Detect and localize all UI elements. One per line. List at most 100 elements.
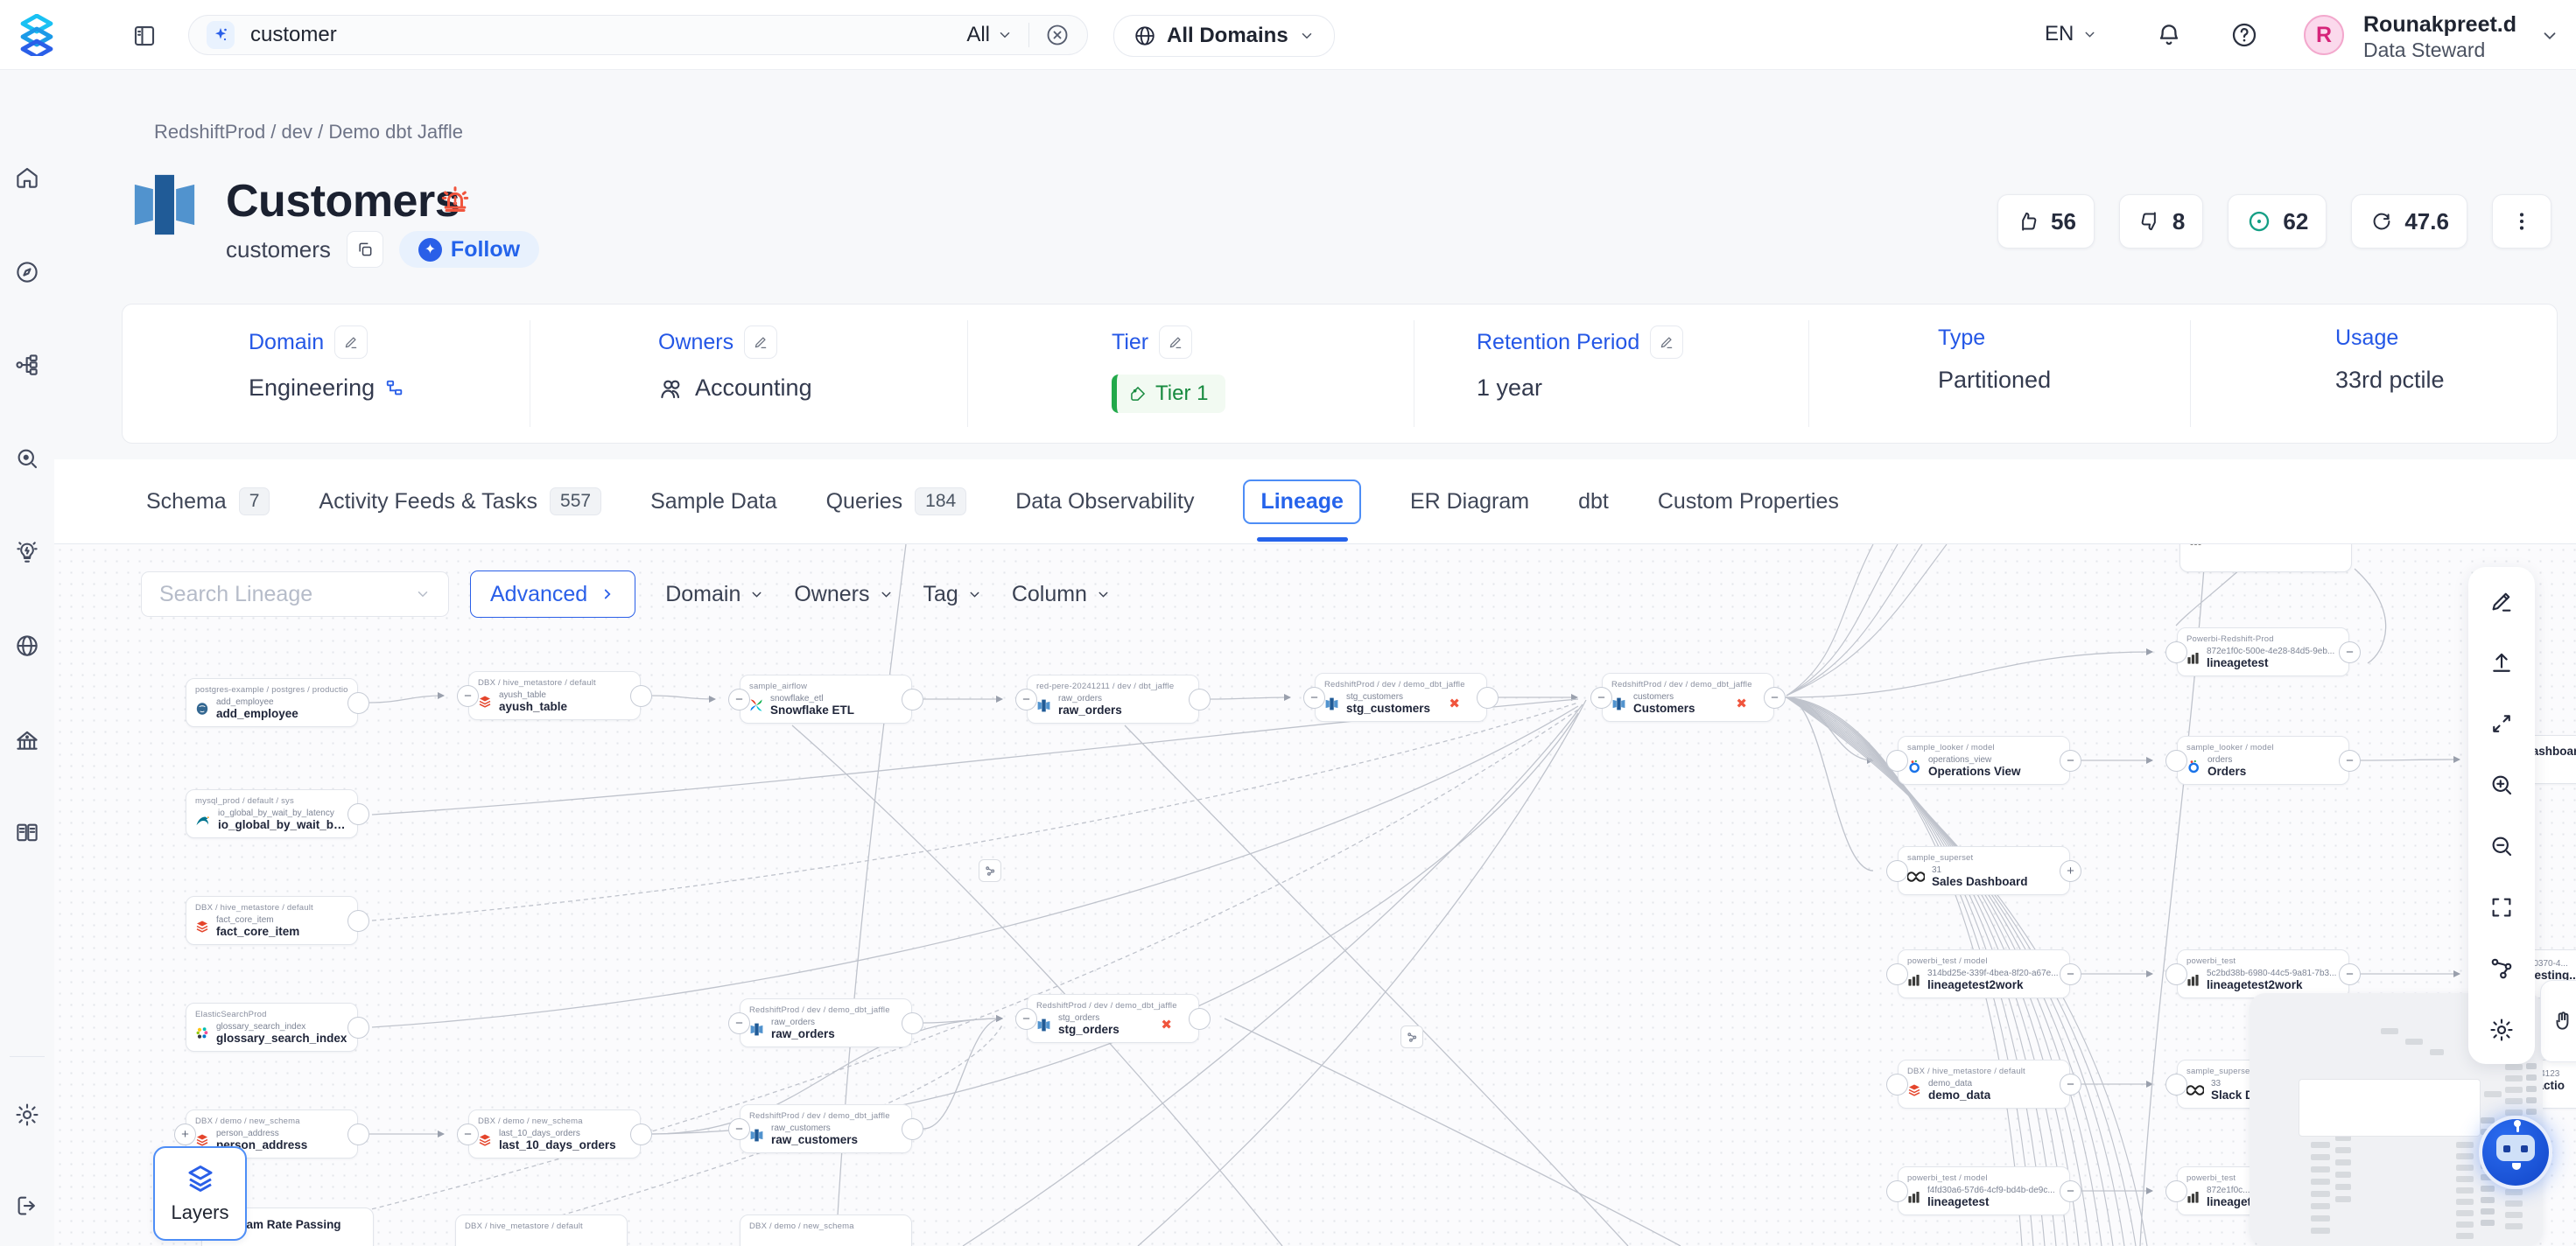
process-node-icon[interactable] (979, 859, 1001, 882)
sidebar-item-logout[interactable] (14, 1193, 40, 1219)
metadata-label[interactable]: Usage (2335, 326, 2398, 351)
lineage-node-lt_bot_a[interactable]: powerbi_test / modelf4fd30a6-57d6-4cf9-b… (1898, 1166, 2070, 1215)
minimap-viewport[interactable] (2299, 1079, 2481, 1137)
sidebar-item-globe[interactable] (14, 633, 40, 659)
sidebar-toggle-icon[interactable] (131, 23, 158, 49)
filter-owners-dropdown[interactable]: Owners (794, 582, 893, 607)
tab-queries[interactable]: Queries184 (826, 487, 967, 515)
user-menu-chevron-icon[interactable] (2540, 26, 2559, 46)
language-dropdown[interactable]: EN (2045, 22, 2097, 46)
node-port-right[interactable] (630, 1124, 652, 1145)
lineage-node-stg_orders[interactable]: RedshiftProd / dev / demo_dbt_jafflestg_… (1027, 994, 1199, 1043)
help-icon[interactable] (2230, 21, 2258, 49)
lineage-canvas[interactable]: postgres-example / postgres / production… (54, 544, 2576, 1246)
tool-zoom-in-icon[interactable] (2488, 772, 2515, 798)
alert-siren-icon[interactable] (438, 182, 473, 217)
node-port-left[interactable] (1886, 1074, 1908, 1096)
node-port-right[interactable] (1189, 1008, 1211, 1030)
sidebar-item-settings[interactable] (14, 1102, 40, 1128)
edit-pencil-icon[interactable] (334, 326, 368, 359)
stat-target-button[interactable]: 62 (2228, 194, 2327, 248)
all-domains-dropdown[interactable]: All Domains (1113, 15, 1335, 57)
edit-pencil-icon[interactable] (1159, 326, 1192, 359)
node-port-left[interactable]: − (1303, 687, 1325, 709)
node-port-left[interactable]: − (1015, 1008, 1037, 1030)
tab-dbt[interactable]: dbt (1578, 489, 1609, 514)
filter-column-dropdown[interactable]: Column (1012, 582, 1111, 607)
node-port-right[interactable] (1477, 687, 1499, 709)
lineage-node-omone[interactable]: omone (2179, 544, 2352, 572)
sidebar-item-governance[interactable] (14, 726, 40, 752)
tab-er-diagram[interactable]: ER Diagram (1410, 489, 1529, 514)
node-port-right[interactable]: + (2060, 860, 2081, 882)
node-port-right[interactable]: − (2060, 750, 2081, 772)
node-port-right[interactable] (347, 692, 369, 714)
node-port-left[interactable] (1886, 1180, 1908, 1202)
breadcrumb[interactable]: RedshiftProd / dev / Demo dbt Jaffle (154, 121, 463, 144)
tab-activity-feeds-tasks[interactable]: Activity Feeds & Tasks557 (319, 487, 601, 515)
node-port-left[interactable]: − (1015, 689, 1037, 710)
node-port-left[interactable]: − (728, 1012, 750, 1034)
stat-thumbs-down-button[interactable]: 8 (2119, 194, 2203, 248)
lineage-node-operations_view[interactable]: sample_looker / modeloperations_viewOper… (1898, 736, 2070, 785)
node-port-right[interactable]: − (2060, 1180, 2081, 1202)
sidebar-item-insights[interactable] (14, 539, 40, 565)
node-port-right[interactable] (347, 1124, 369, 1145)
node-port-left[interactable] (1886, 860, 1908, 882)
search-input[interactable]: customer (250, 23, 951, 47)
node-port-left[interactable] (2165, 1074, 2187, 1096)
lineage-node-last10[interactable]: DBX / demo / new_schemalast_10_days_orde… (468, 1110, 641, 1158)
node-port-right[interactable] (902, 1012, 923, 1034)
metadata-label[interactable]: Type (1938, 326, 1985, 351)
tier-badge[interactable]: Tier 1 (1112, 374, 1225, 413)
tool-upload-icon[interactable] (2488, 649, 2515, 676)
node-port-right[interactable] (1189, 689, 1211, 710)
metadata-label[interactable]: Tier (1112, 330, 1148, 355)
node-port-left[interactable]: − (1590, 687, 1612, 709)
search-scope-dropdown[interactable]: All (966, 23, 1013, 47)
tool-settings-icon[interactable] (2488, 1017, 2515, 1043)
tab-schema[interactable]: Schema7 (146, 487, 270, 515)
lineage-node-raw_customers[interactable]: RedshiftProd / dev / demo_dbt_jaffleraw_… (740, 1104, 912, 1153)
node-port-right[interactable]: − (2339, 750, 2361, 772)
node-port-left[interactable] (2165, 1180, 2187, 1202)
node-port-left[interactable] (2165, 963, 2187, 985)
node-port-left[interactable] (2165, 641, 2187, 663)
edit-pencil-icon[interactable] (1650, 326, 1683, 359)
lineage-node-demo_data[interactable]: DBX / hive_metastore / defaultdemo_datad… (1898, 1060, 2070, 1109)
node-port-right[interactable] (347, 803, 369, 825)
metadata-label[interactable]: Retention Period (1477, 330, 1639, 355)
lineage-node-orders[interactable]: sample_looker / modelordersOrders− (2177, 736, 2349, 785)
lineage-node-customers[interactable]: RedshiftProd / dev / demo_dbt_jafflecust… (1602, 673, 1774, 722)
tool-fullscreen-icon[interactable] (2488, 894, 2515, 920)
node-port-left[interactable] (2165, 750, 2187, 772)
layers-button[interactable]: Layers (153, 1146, 247, 1241)
lineage-node-stg_customers[interactable]: RedshiftProd / dev / demo_dbt_jafflestg_… (1315, 673, 1487, 722)
tool-edit-icon[interactable] (2488, 588, 2515, 614)
node-port-right[interactable]: − (2060, 963, 2081, 985)
lineage-search-input[interactable]: Search Lineage (141, 571, 449, 617)
notifications-bell-icon[interactable] (2155, 21, 2183, 49)
lineage-node-io_global[interactable]: mysql_prod / default / sysio_global_by_w… (186, 789, 358, 838)
sidebar-item-glossary[interactable] (14, 820, 40, 846)
node-port-right[interactable] (347, 1017, 369, 1039)
follow-button[interactable]: ✦ Follow (399, 231, 539, 268)
node-port-right[interactable]: − (1764, 687, 1786, 709)
sidebar-item-compass[interactable] (14, 259, 40, 285)
metadata-label[interactable]: Owners (658, 330, 733, 355)
lineage-node-dbx_part_b[interactable]: DBX / demo / new_schema (740, 1214, 912, 1246)
node-port-left[interactable] (1886, 963, 1908, 985)
lineage-node-fact_core[interactable]: DBX / hive_metastore / defaultfact_core_… (186, 896, 358, 945)
node-port-right[interactable]: − (2060, 1074, 2081, 1096)
stat-kebab-button[interactable] (2492, 194, 2551, 248)
tab-lineage[interactable]: Lineage (1243, 480, 1360, 524)
stat-thumbs-up-button[interactable]: 56 (1997, 194, 2095, 248)
edit-pencil-icon[interactable] (744, 326, 777, 359)
sidebar-item-discover[interactable] (14, 445, 40, 472)
global-search[interactable]: customer All (188, 15, 1088, 55)
node-port-right[interactable] (902, 1118, 923, 1140)
filter-domain-dropdown[interactable]: Domain (665, 582, 764, 607)
sidebar-item-workflow[interactable] (14, 352, 40, 378)
node-port-right[interactable] (347, 910, 369, 932)
advanced-filters-button[interactable]: Advanced (470, 570, 635, 618)
